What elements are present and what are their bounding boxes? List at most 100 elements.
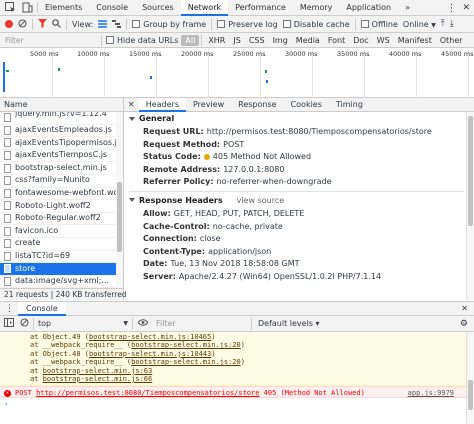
filter-type-xhr[interactable]: XHR	[204, 35, 229, 46]
console-filter-input[interactable]: Filter	[154, 317, 252, 330]
tab-cookies[interactable]: Cookies	[284, 98, 329, 112]
close-details-icon[interactable]: ✕	[128, 100, 135, 109]
tab-sources[interactable]: Sources	[135, 0, 181, 16]
record-icon[interactable]	[5, 20, 13, 28]
scrollbar-thumb[interactable]	[117, 182, 122, 252]
request-row[interactable]: ajaxEventsEmpleados.js	[0, 125, 123, 138]
filter-type-js[interactable]: JS	[229, 35, 244, 46]
source-link[interactable]: bootstrap-select.min.js:10465	[89, 333, 211, 341]
request-row[interactable]: ajaxEventsTipopermisos.js	[0, 137, 123, 150]
tab-response[interactable]: Response	[231, 98, 283, 112]
filter-type-all[interactable]: All	[181, 34, 200, 46]
source-link[interactable]: bootstrap-select.min.js:10443	[89, 350, 211, 358]
waterfall-overview-icon[interactable]	[112, 19, 122, 30]
kebab-menu-icon[interactable]: ⋮	[446, 3, 456, 14]
request-row[interactable]: create	[0, 238, 123, 251]
response-headers-section-header[interactable]: Response Headers view source	[129, 194, 464, 208]
file-icon	[4, 214, 11, 224]
request-row[interactable]: css?family=Nunito	[0, 175, 123, 188]
preserve-log-checkbox[interactable]: Preserve log	[217, 20, 278, 29]
drawer-menu-icon[interactable]: ⋮	[5, 304, 14, 314]
timeline-overview[interactable]: 5000 ms 10000 ms 15000 ms 20000 ms 25000…	[0, 48, 474, 98]
filter-funnel-icon[interactable]	[38, 18, 47, 30]
console-prompt[interactable]: ›	[0, 398, 474, 410]
filter-type-font[interactable]: Font	[324, 35, 349, 46]
request-row[interactable]: favicon.ico	[0, 225, 123, 238]
close-drawer-icon[interactable]: ✕	[461, 304, 468, 313]
request-row[interactable]: bootstrap-select.min.js	[0, 162, 123, 175]
disable-cache-checkbox[interactable]: Disable cache	[282, 20, 350, 29]
separator	[201, 34, 203, 46]
section-title: Response Headers	[139, 195, 223, 205]
filter-type-media[interactable]: Media	[292, 35, 324, 46]
filter-type-ws[interactable]: WS	[373, 35, 394, 46]
error-source-link[interactable]: app.js:9979	[408, 387, 454, 399]
request-row[interactable]: Roboto-Regular.woff2	[0, 213, 123, 226]
hide-data-urls-checkbox[interactable]: Hide data URLs	[106, 36, 178, 45]
request-bar-marker	[265, 70, 267, 73]
settings-gear-icon[interactable]: ⚙	[460, 319, 468, 329]
tab-performance[interactable]: Performance	[228, 0, 293, 16]
request-name: css?family=Nunito	[15, 175, 90, 185]
request-row[interactable]: data:image/svg+xml;...	[0, 276, 123, 288]
source-link[interactable]: bootstrap-select.min.js:63	[43, 367, 153, 375]
header-key: Status Code:	[143, 152, 201, 162]
device-toolbar-icon[interactable]	[20, 1, 34, 15]
request-row[interactable]: listaTC?id=69	[0, 251, 123, 264]
clear-console-icon[interactable]	[20, 318, 29, 329]
source-link[interactable]: bootstrap-select.min.js:20	[131, 341, 241, 349]
group-by-frame-checkbox[interactable]: Group by frame	[132, 20, 206, 29]
source-link[interactable]: bootstrap-select.min.js:66	[43, 375, 153, 383]
tab-preview[interactable]: Preview	[186, 98, 231, 112]
timeline-tick-label: 45000 ms	[441, 50, 474, 58]
import-har-icon[interactable]: ⤒	[441, 19, 445, 29]
filter-type-css[interactable]: CSS	[245, 35, 269, 46]
scrollbar-thumb[interactable]	[468, 380, 473, 410]
tab-network[interactable]: Network	[180, 0, 229, 16]
expand-triangle-icon	[129, 198, 135, 203]
request-bar-marker	[6, 70, 9, 72]
request-name: ajaxEventsTipopermisos.js	[15, 137, 122, 147]
console-sidebar-icon[interactable]	[4, 318, 14, 329]
request-list-scrollbar[interactable]	[116, 112, 123, 288]
scrollbar-thumb[interactable]	[468, 116, 473, 226]
export-har-icon[interactable]: ⤓	[450, 19, 454, 29]
offline-checkbox[interactable]: Offline	[360, 20, 398, 29]
filter-type-manifest[interactable]: Manifest	[394, 35, 436, 46]
request-row[interactable]: fontawesome-webfont.woff2?	[0, 188, 123, 201]
general-section-header[interactable]: General	[129, 112, 464, 126]
tab-memory[interactable]: Memory	[293, 0, 340, 16]
view-label: View:	[72, 19, 94, 29]
view-source-link[interactable]: view source	[237, 196, 285, 205]
inspect-element-icon[interactable]	[3, 1, 17, 15]
tab-elements[interactable]: Elements	[38, 0, 89, 16]
request-row[interactable]: jquery.min.js?v=1.12.4	[0, 112, 123, 125]
close-icon[interactable]: ✕	[462, 3, 470, 13]
tab-headers[interactable]: Headers	[138, 97, 186, 112]
request-row[interactable]: Roboto-Light.woff2	[0, 200, 123, 213]
name-column-header[interactable]: Name	[0, 98, 124, 112]
error-url-link[interactable]: http://permisos.test:8080/Tiemposcompens…	[36, 389, 259, 397]
source-link[interactable]: bootstrap-select.min.js:20	[131, 358, 241, 366]
filter-type-img[interactable]: Img	[269, 35, 292, 46]
throttling-select[interactable]: Online ▼	[403, 20, 436, 29]
large-rows-icon[interactable]	[98, 19, 108, 30]
request-row[interactable]: ajaxEventsTiemposC.js	[0, 150, 123, 163]
filter-type-doc[interactable]: Doc	[349, 35, 372, 46]
request-row-selected[interactable]: store	[0, 263, 123, 276]
context-select[interactable]: top ▼	[33, 317, 133, 330]
eye-icon[interactable]	[137, 319, 149, 328]
filter-type-other[interactable]: Other	[436, 35, 467, 46]
more-tabs-button[interactable]: »	[398, 0, 417, 16]
log-levels-select[interactable]: Default levels ▾	[258, 319, 320, 328]
request-list[interactable]: jquery.min.js?v=1.12.4 ajaxEventsEmplead…	[0, 112, 124, 288]
console-scrollbar[interactable]	[466, 332, 474, 424]
filter-input[interactable]: Filter	[3, 35, 101, 46]
details-scrollbar[interactable]	[466, 112, 474, 300]
tab-console[interactable]: Console	[89, 0, 135, 16]
tab-application[interactable]: Application	[339, 0, 398, 16]
search-icon[interactable]	[52, 18, 61, 30]
clear-icon[interactable]	[18, 19, 27, 30]
tab-console-drawer[interactable]: Console	[18, 301, 66, 316]
tab-timing[interactable]: Timing	[329, 98, 370, 112]
